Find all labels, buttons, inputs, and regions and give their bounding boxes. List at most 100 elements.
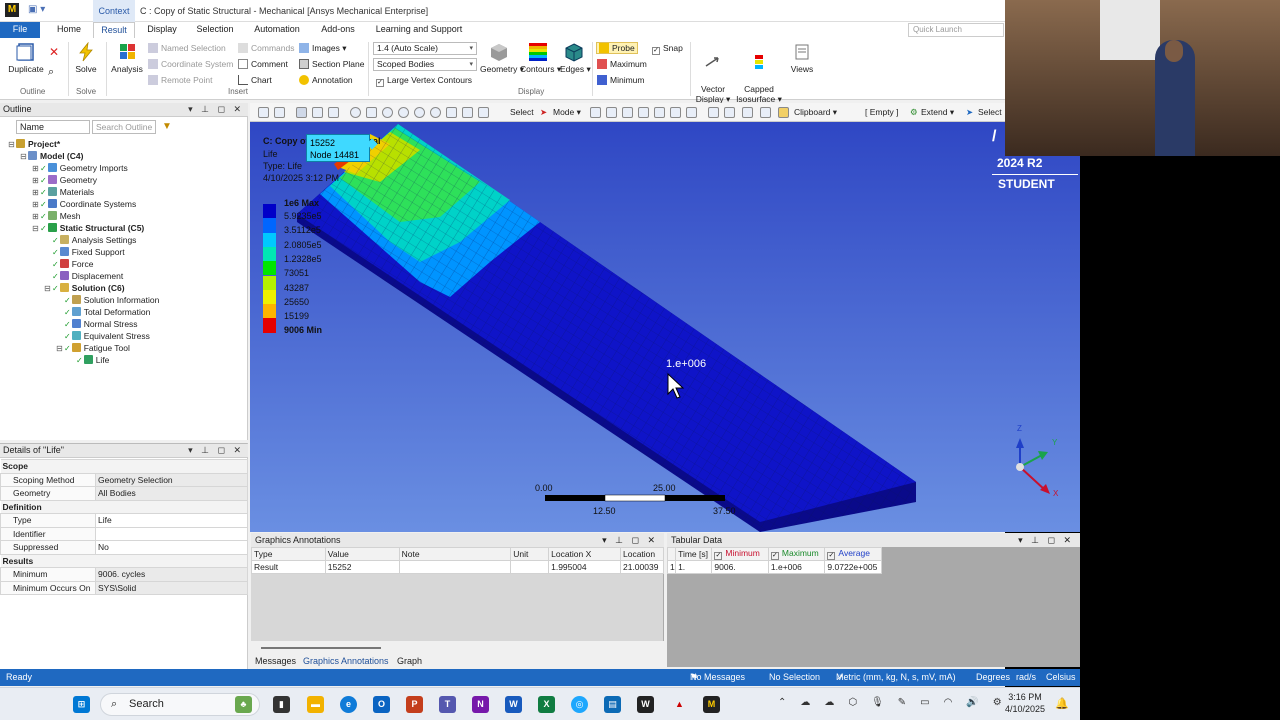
delete-icon[interactable]: ✕ xyxy=(49,45,59,59)
details-row[interactable]: Type Life xyxy=(0,513,248,528)
tree-node[interactable]: ✓ Fixed Support xyxy=(0,246,248,258)
task-view-icon[interactable]: ▮ xyxy=(273,696,290,713)
column-header[interactable]: Location X xyxy=(548,547,621,561)
details-section-header[interactable]: Results xyxy=(0,553,248,568)
outline-search-input[interactable]: Search Outline xyxy=(92,120,156,134)
column-header[interactable]: Type xyxy=(251,547,326,561)
details-row[interactable]: Identifier xyxy=(0,526,248,541)
tab-add-ons[interactable]: Add-ons xyxy=(314,22,362,38)
tab-selection[interactable]: Selection xyxy=(190,22,240,38)
edit-icon[interactable] xyxy=(760,107,771,118)
panel-controls[interactable]: ▾ ⊥ ◻ ✕ xyxy=(1018,533,1074,547)
horizontal-scrollbar[interactable] xyxy=(261,647,381,649)
checkbox-icon[interactable]: ✓ xyxy=(770,552,779,560)
context-tab[interactable]: Context xyxy=(93,0,135,22)
teams-chat-icon[interactable]: ▤ xyxy=(604,696,621,713)
widget-icon[interactable]: ♣ xyxy=(235,696,252,713)
quick-access-save-icon[interactable]: ▣ ▾ xyxy=(28,4,45,15)
coordinate-system-button[interactable]: Coordinate System xyxy=(148,59,233,69)
workbench-icon[interactable]: W xyxy=(637,696,654,713)
mode-dropdown[interactable]: Mode ▾ xyxy=(553,107,581,118)
tree-node[interactable]: ✓ Solution Information xyxy=(0,294,248,306)
previous-view-icon[interactable] xyxy=(446,107,457,118)
select-element-icon[interactable] xyxy=(686,107,697,118)
zoom-out-icon[interactable] xyxy=(274,107,285,118)
edges-button[interactable]: Edges ▾ xyxy=(560,42,591,75)
tree-node[interactable]: ✓ Equivalent Stress xyxy=(0,330,248,342)
tree-node[interactable]: ⊟ Project* xyxy=(0,138,248,150)
details-value[interactable]: No xyxy=(95,540,248,555)
quick-launch-input[interactable]: Quick Launch xyxy=(908,23,1004,37)
details-row[interactable]: Scoping Method Geometry Selection xyxy=(0,472,248,487)
select-by-dropdown[interactable]: Select xyxy=(978,107,1002,117)
large-vertex-contours-checkbox[interactable]: ✓ Large Vertex Contours xyxy=(376,75,472,87)
tree-node[interactable]: ✓ Force xyxy=(0,258,248,270)
zoom-icon[interactable] xyxy=(382,107,393,118)
mechanical-icon[interactable]: M xyxy=(703,696,720,713)
column-header[interactable]: ✓ Maximum xyxy=(767,547,826,561)
tree-node[interactable]: ⊟✓ Solution (C6) xyxy=(0,282,248,294)
analysis-button[interactable]: Analysis xyxy=(110,42,144,74)
zoom-fit-icon[interactable] xyxy=(414,107,425,118)
views-button[interactable]: Views xyxy=(788,42,816,74)
checkbox-icon[interactable]: ✓ xyxy=(714,552,723,560)
powerpoint-icon[interactable]: P xyxy=(406,696,423,713)
column-header[interactable]: Location xyxy=(619,547,665,561)
tree-node[interactable]: ⊞✓ Geometry Imports xyxy=(0,162,248,174)
tree-node[interactable]: ⊟ Model (C4) xyxy=(0,150,248,162)
status-temp-unit[interactable]: Celsius xyxy=(1046,669,1076,686)
chart-button[interactable]: Chart xyxy=(238,75,272,85)
select-button[interactable]: Select xyxy=(510,107,534,117)
clipboard-dropdown[interactable]: Clipboard ▾ xyxy=(794,107,837,118)
details-row[interactable]: Minimum 9006. cycles xyxy=(0,567,248,582)
edge-icon[interactable]: e xyxy=(340,696,357,713)
images-button[interactable]: Images ▾ xyxy=(299,43,347,54)
column-header[interactable]: Unit xyxy=(510,547,550,561)
notification-bell-icon[interactable]: 🔔 xyxy=(1055,697,1069,710)
column-header[interactable]: Time [s] xyxy=(675,547,713,561)
status-angle-unit[interactable]: Degrees xyxy=(976,669,1010,686)
vector-display-button[interactable]: Vector Display ▾ xyxy=(694,42,732,104)
select-vertex-icon[interactable] xyxy=(590,107,601,118)
select-edge-icon[interactable] xyxy=(606,107,617,118)
file-explorer-icon[interactable]: ▬ xyxy=(307,696,324,713)
select-element-face-icon[interactable] xyxy=(670,107,681,118)
scope-select[interactable]: Scoped Bodies xyxy=(373,58,477,71)
onenote-icon[interactable]: N xyxy=(472,696,489,713)
box-select-icon[interactable] xyxy=(708,107,719,118)
windows-start-icon[interactable]: ⊞ xyxy=(73,696,90,713)
teams-icon[interactable]: T xyxy=(439,696,456,713)
isometric-icon[interactable] xyxy=(478,107,489,118)
details-row[interactable]: Geometry All Bodies xyxy=(0,486,248,501)
select-node-icon[interactable] xyxy=(654,107,665,118)
tree-node[interactable]: ⊞✓ Coordinate Systems xyxy=(0,198,248,210)
column-header[interactable]: ✓ Average xyxy=(824,547,882,561)
select-face-icon[interactable] xyxy=(622,107,633,118)
details-value[interactable]: All Bodies xyxy=(95,486,248,501)
app-icon[interactable]: ◎ xyxy=(571,696,588,713)
scale-select[interactable]: 1.4 (Auto Scale) xyxy=(373,42,477,55)
minimum-button[interactable]: Minimum xyxy=(597,75,644,85)
mesh-view-icon[interactable] xyxy=(328,107,339,118)
named-selection-button[interactable]: Named Selection xyxy=(148,43,226,53)
filter-funnel-icon[interactable]: ▼ xyxy=(162,121,172,132)
tree-node[interactable]: ⊞✓ Mesh xyxy=(0,210,248,222)
column-header[interactable]: Value xyxy=(324,547,400,561)
commands-button[interactable]: Commands xyxy=(238,43,294,53)
panel-controls[interactable]: ▾ ⊥ ◻ ✕ xyxy=(188,444,244,457)
tab-file[interactable]: File xyxy=(0,22,40,38)
tab-graphics-annotations[interactable]: Graphics Annotations xyxy=(303,656,389,666)
table-row[interactable]: 1 1. 9006. 1.e+006 9.0722e+005 xyxy=(666,560,882,574)
select-all-icon[interactable] xyxy=(742,107,753,118)
details-section-header[interactable]: Definition xyxy=(0,499,248,514)
outlook-icon[interactable]: O xyxy=(373,696,390,713)
extend-dropdown[interactable]: Extend ▾ xyxy=(921,107,954,118)
taskbar-clock[interactable]: 3:16 PM 4/10/2025 xyxy=(1000,691,1050,715)
tab-messages[interactable]: Messages xyxy=(255,656,296,666)
graphics-viewport[interactable]: C: Copy of Static Structural Life Type: … xyxy=(250,122,1080,532)
outline-filter-select[interactable]: Name xyxy=(16,120,90,134)
details-value[interactable]: Life xyxy=(95,513,248,528)
contours-button[interactable]: Contours ▾ xyxy=(520,42,561,75)
details-row[interactable]: Minimum Occurs On SYS\Solid xyxy=(0,580,248,595)
panel-controls[interactable]: ▾ ⊥ ◻ ✕ xyxy=(188,103,244,116)
